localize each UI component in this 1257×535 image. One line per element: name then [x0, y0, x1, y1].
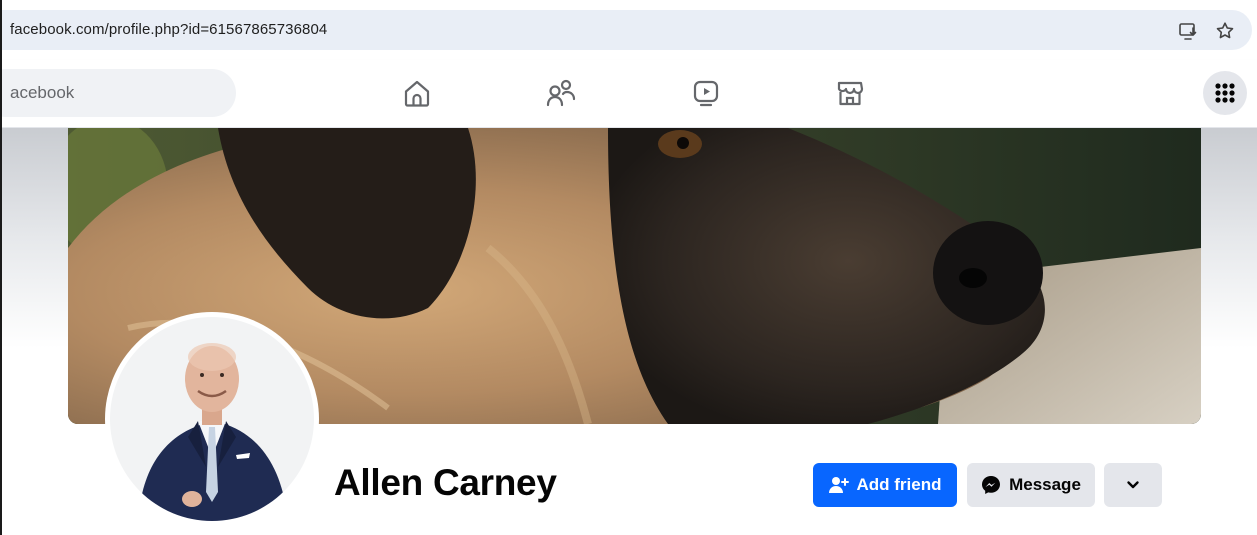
profile-picture[interactable] — [110, 317, 314, 521]
menu-button[interactable] — [1203, 71, 1247, 115]
facebook-top-nav: acebook — [2, 60, 1257, 128]
watch-icon[interactable] — [691, 77, 721, 109]
bookmark-star-icon[interactable] — [1214, 20, 1236, 42]
friends-icon[interactable] — [546, 77, 576, 109]
profile-name: Allen Carney — [334, 462, 557, 503]
install-app-icon[interactable] — [1177, 20, 1199, 42]
search-placeholder: acebook — [10, 83, 75, 102]
menu-grid-icon — [1214, 82, 1236, 104]
message-label: Message — [1009, 475, 1081, 494]
home-icon[interactable] — [402, 77, 432, 109]
more-options-button[interactable] — [1104, 463, 1162, 507]
browser-window: facebook.com/profile.php?id=615678657368… — [0, 0, 1257, 535]
browser-address-strip: facebook.com/profile.php?id=615678657368… — [2, 0, 1257, 60]
marketplace-icon[interactable] — [835, 77, 865, 109]
chevron-down-icon — [1126, 480, 1140, 490]
address-url[interactable]: facebook.com/profile.php?id=615678657368… — [10, 21, 327, 38]
add-person-icon — [828, 476, 849, 494]
add-friend-label: Add friend — [856, 475, 942, 494]
message-button[interactable]: Message — [967, 463, 1095, 507]
messenger-icon — [981, 475, 1001, 495]
add-friend-button[interactable]: Add friend — [813, 463, 957, 507]
